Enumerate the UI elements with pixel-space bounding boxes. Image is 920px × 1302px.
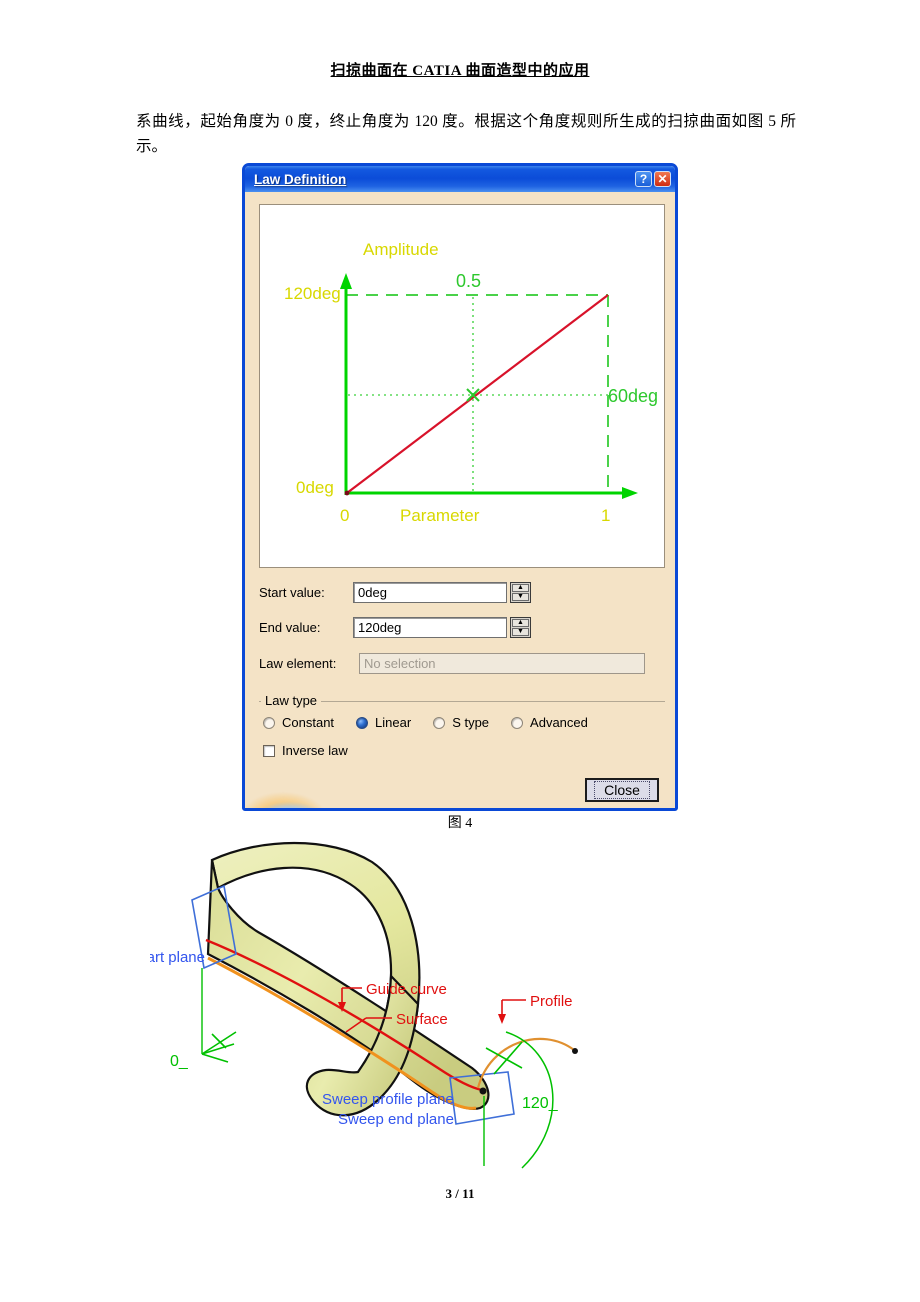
start-value-row: Start value: 0deg ▲ ▼ [259, 582, 665, 603]
radio-label-s-type: S type [452, 715, 490, 730]
start-value-label: Start value: [259, 585, 325, 600]
radio-constant[interactable]: Constant [263, 715, 334, 730]
law-type-label: Law type [261, 693, 322, 708]
radio-label-advanced: Advanced [530, 715, 588, 730]
radio-label-linear: Linear [375, 715, 412, 730]
help-icon[interactable]: ? [635, 171, 652, 187]
guide-curve-end-point [479, 1087, 487, 1095]
dialog-title: Law Definition [254, 171, 347, 187]
law-graph-panel: Amplitude 120deg 0deg 0 1 Parameter 0.5 … [259, 204, 665, 568]
end-value-input[interactable]: 120deg [353, 617, 507, 638]
page-title: 扫掠曲面在 CATIA 曲面造型中的应用 [330, 63, 590, 79]
radio-dot-icon[interactable] [511, 716, 524, 729]
page-number: 3 / 11 [445, 1186, 475, 1201]
profile-end-point [572, 1048, 578, 1054]
stepper-up-icon[interactable]: ▲ [512, 619, 529, 627]
titlebar-buttons: ? ✕ [635, 171, 671, 187]
figure-caption: 图 4 [447, 816, 473, 831]
start-value-stepper[interactable]: ▲ ▼ [510, 582, 531, 603]
sweep-end-plane-label: Sweep end plane [338, 1111, 454, 1128]
x-max-label: 1 [601, 506, 610, 525]
end-value-label: End value: [259, 620, 321, 635]
inverse-law-label: Inverse law [282, 743, 348, 758]
law-type-group-title: Law type [265, 693, 318, 708]
law-graph: Amplitude 120deg 0deg 0 1 Parameter 0.5 … [284, 240, 658, 525]
guide-curve-label: Guide curve [366, 981, 447, 998]
y-min-label: 0deg [296, 478, 334, 497]
x-axis-title: Parameter [400, 506, 480, 525]
mid-parameter-label: 0.5 [456, 271, 481, 291]
law-type-group: Law type Constant Linear S type Advanced… [259, 693, 665, 765]
y-max-label: 120deg [284, 284, 341, 303]
radio-dot-icon[interactable] [433, 716, 446, 729]
sweep-profile-plane-label: Sweep profile plane [322, 1091, 454, 1108]
end-value-stepper[interactable]: ▲ ▼ [510, 617, 531, 638]
profile-leader [498, 999, 526, 1024]
dialog-titlebar: Law Definition ? ✕ [245, 166, 675, 192]
start-value-input[interactable]: 0deg [353, 582, 507, 603]
y-axis-title: Amplitude [363, 240, 439, 259]
radio-label-constant: Constant [282, 715, 335, 730]
law-definition-dialog: Law Definition ? ✕ Amplitude 120deg 0deg… [242, 163, 678, 811]
profile-label: Profile [530, 993, 573, 1010]
radio-dot-selected-icon[interactable] [356, 716, 369, 729]
start-angle-marks [201, 1031, 237, 1063]
dialog-body: Amplitude 120deg 0deg 0 1 Parameter 0.5 … [245, 192, 675, 808]
law-element-input[interactable]: No selection [359, 653, 645, 674]
radio-linear[interactable]: Linear [356, 715, 411, 730]
stepper-down-icon[interactable]: ▼ [512, 593, 529, 601]
catia-globe-logo [245, 760, 341, 808]
surface-label: Surface [396, 1011, 448, 1028]
law-element-row: Law element: No selection [259, 653, 665, 674]
profile-curve [476, 1037, 575, 1089]
body-paragraph: 系曲线，起始角度为 0 度，终止角度为 120 度。根据这个角度规则所生成的扫掠… [136, 113, 796, 155]
close-button-label: Close [594, 781, 650, 799]
start-angle-label: 0_ [170, 1053, 189, 1070]
swept-surface-figure: 0_ 120_ Sweep start plane Guide curve [150, 836, 790, 1176]
law-type-radios: Constant Linear S type Advanced [263, 715, 610, 730]
close-button[interactable]: Close [585, 778, 659, 802]
document-page: 扫掠曲面在 CATIA 曲面造型中的应用 系曲线，起始角度为 0 度，终止角度为… [0, 0, 920, 1302]
mid-amplitude-label: 60deg [608, 386, 658, 406]
end-angle-label: 120_ [522, 1095, 559, 1112]
end-value-row: End value: 120deg ▲ ▼ [259, 617, 665, 638]
radio-advanced[interactable]: Advanced [511, 715, 588, 730]
checkbox-icon[interactable] [263, 744, 275, 757]
end-angle-marks [485, 1041, 523, 1075]
stepper-up-icon[interactable]: ▲ [512, 584, 529, 592]
x-min-label: 0 [340, 506, 349, 525]
close-icon[interactable]: ✕ [654, 171, 671, 187]
inverse-law-row[interactable]: Inverse law [263, 743, 348, 758]
sweep-start-plane-label: Sweep start plane [150, 949, 205, 966]
radio-s-type[interactable]: S type [433, 715, 489, 730]
stepper-down-icon[interactable]: ▼ [512, 628, 529, 636]
radio-dot-icon[interactable] [263, 716, 275, 729]
law-element-label: Law element: [259, 656, 337, 671]
